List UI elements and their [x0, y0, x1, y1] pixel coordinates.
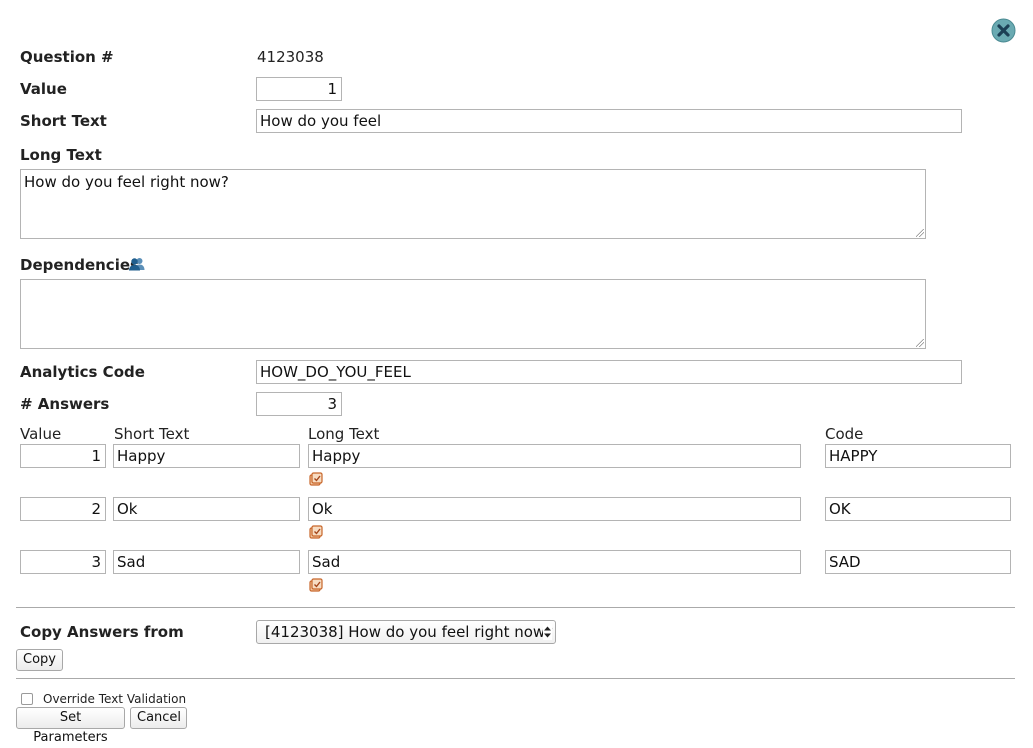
override-text-validation-label: Override Text Validation: [43, 692, 187, 706]
copy-text-icon[interactable]: [309, 577, 323, 592]
answer-code-input[interactable]: [825, 444, 1011, 468]
answers-count-input[interactable]: [256, 392, 342, 416]
col-header-code: Code: [825, 425, 864, 443]
select-arrows-icon: [543, 624, 552, 640]
answer-code-input[interactable]: [825, 497, 1011, 521]
answer-value-input[interactable]: [20, 497, 106, 521]
col-header-long-text: Long Text: [308, 425, 380, 443]
override-text-validation-checkbox[interactable]: [21, 693, 33, 705]
answer-value-input[interactable]: [20, 550, 106, 574]
resize-grip[interactable]: [916, 229, 924, 237]
analytics-code-label: Analytics Code: [20, 363, 145, 381]
copy-text-icon[interactable]: [309, 471, 323, 486]
value-label: Value: [20, 80, 67, 98]
answer-long-text-input[interactable]: [308, 444, 801, 468]
answer-short-text-input[interactable]: [113, 444, 300, 468]
short-text-label: Short Text: [20, 112, 107, 130]
users-icon[interactable]: [129, 256, 145, 271]
answers-count-label: # Answers: [20, 395, 110, 413]
answer-value-input[interactable]: [20, 444, 106, 468]
answer-long-text-input[interactable]: [308, 497, 801, 521]
question-number-value: 4123038: [257, 48, 324, 66]
long-text-label: Long Text: [20, 146, 102, 164]
resize-grip[interactable]: [916, 339, 924, 347]
answer-long-text-input[interactable]: [308, 550, 801, 574]
col-header-short-text: Short Text: [114, 425, 190, 443]
copy-answers-select[interactable]: [4123038] How do you feel right now?: [256, 620, 556, 644]
dependencies-textarea[interactable]: [20, 279, 926, 349]
short-text-input[interactable]: [256, 109, 962, 133]
divider: [16, 678, 1015, 679]
copy-text-icon[interactable]: [309, 524, 323, 539]
answer-code-input[interactable]: [825, 550, 1011, 574]
dependencies-label: Dependencies: [20, 256, 139, 274]
question-number-label: Question #: [20, 48, 114, 66]
divider: [16, 607, 1015, 608]
close-icon: [991, 18, 1016, 43]
set-parameters-button[interactable]: Set Parameters: [16, 707, 125, 745]
cancel-button[interactable]: Cancel: [130, 707, 187, 729]
close-button[interactable]: [991, 18, 1016, 43]
answer-short-text-input[interactable]: [113, 550, 300, 574]
long-text-textarea[interactable]: How do you feel right now?: [20, 169, 926, 239]
value-input[interactable]: [256, 77, 342, 101]
analytics-code-input[interactable]: [256, 360, 962, 384]
copy-answers-label: Copy Answers from: [20, 623, 184, 641]
copy-button[interactable]: Copy: [16, 649, 63, 671]
col-header-value: Value: [20, 425, 62, 443]
answer-short-text-input[interactable]: [113, 497, 300, 521]
copy-answers-selected: [4123038] How do you feel right now?: [265, 623, 554, 641]
